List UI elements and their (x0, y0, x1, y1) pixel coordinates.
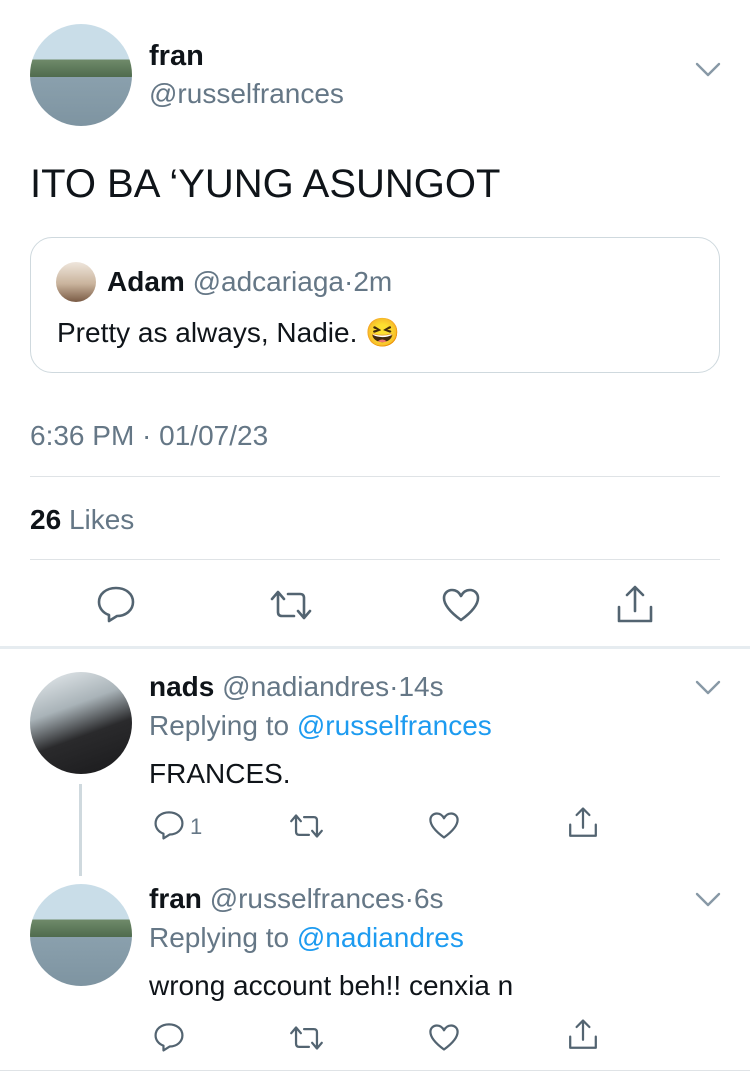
share-icon[interactable] (567, 1019, 599, 1051)
retweet-icon[interactable] (268, 588, 314, 622)
chevron-down-icon[interactable] (695, 680, 721, 696)
tweet-timestamp[interactable]: 6:36 PM · 01/07/23 (30, 420, 268, 452)
likes-count: 26 (30, 504, 62, 535)
likes-label: Likes (68, 504, 135, 535)
reply-author-name[interactable]: nads (149, 671, 214, 702)
reply-dot: · (404, 883, 414, 914)
reply-avatar[interactable] (30, 672, 132, 774)
quoted-author-line: Adam @adcariaga·2m (107, 266, 392, 298)
reply-author-handle[interactable]: @russelfrances (210, 883, 405, 914)
retweet-icon[interactable] (288, 812, 325, 840)
replying-to-link[interactable]: @russelfrances (297, 710, 492, 741)
heart-icon[interactable] (428, 1023, 460, 1052)
replying-to-prefix: Replying to (149, 710, 290, 741)
thread-line (79, 784, 82, 876)
reply-header: fran @russelfrances·6s (149, 883, 444, 915)
reply-text: FRANCES. (149, 758, 291, 789)
quoted-author-name: Adam (107, 266, 185, 297)
quoted-author-handle: @adcariaga (192, 266, 344, 297)
share-icon[interactable] (615, 585, 655, 625)
likes-stat[interactable]: 26 Likes (30, 504, 134, 536)
reply-header: nads @nadiandres·14s (149, 671, 444, 703)
reply-icon[interactable] (153, 810, 185, 840)
reply-author-name[interactable]: fran (149, 883, 202, 914)
quoted-time: 2m (353, 266, 393, 297)
reply-author-handle[interactable]: @nadiandres (222, 671, 389, 702)
grinning-squint-emoji: 😆 (365, 317, 400, 348)
chevron-down-icon[interactable] (695, 892, 721, 908)
share-icon[interactable] (567, 807, 599, 839)
quoted-dot: · (343, 266, 354, 297)
divider (30, 559, 720, 560)
heart-icon[interactable] (441, 587, 481, 623)
author-avatar[interactable] (30, 24, 132, 126)
replying-to-line: Replying to @russelfrances (149, 710, 492, 742)
section-divider (0, 646, 750, 649)
reply-avatar[interactable] (30, 884, 132, 986)
tweet-text: ITO BA ‘YUNG ASUNGOT (30, 162, 501, 206)
replying-to-link[interactable]: @nadiandres (297, 922, 464, 953)
reply-time: 6s (413, 883, 444, 914)
quoted-text-line: Pretty as always, Nadie. 😆 (57, 316, 400, 349)
author-handle[interactable]: @russelfrances (149, 78, 344, 110)
reply-time: 14s (398, 671, 444, 702)
replying-to-prefix: Replying to (149, 922, 290, 953)
chevron-down-icon[interactable] (695, 62, 721, 78)
reply-icon[interactable] (96, 585, 136, 623)
author-name[interactable]: fran (149, 40, 204, 73)
heart-icon[interactable] (428, 811, 460, 840)
divider (30, 476, 720, 477)
quoted-text: Pretty as always, Nadie. (57, 317, 358, 348)
reply-icon[interactable] (153, 1022, 185, 1052)
reply-count: 1 (190, 814, 203, 839)
replying-to-line: Replying to @nadiandres (149, 922, 464, 954)
quoted-tweet-card[interactable] (30, 237, 720, 373)
quoted-author-avatar (56, 262, 96, 302)
divider (0, 1070, 750, 1071)
retweet-icon[interactable] (288, 1024, 325, 1052)
reply-text: wrong account beh!! cenxia n (149, 970, 514, 1001)
